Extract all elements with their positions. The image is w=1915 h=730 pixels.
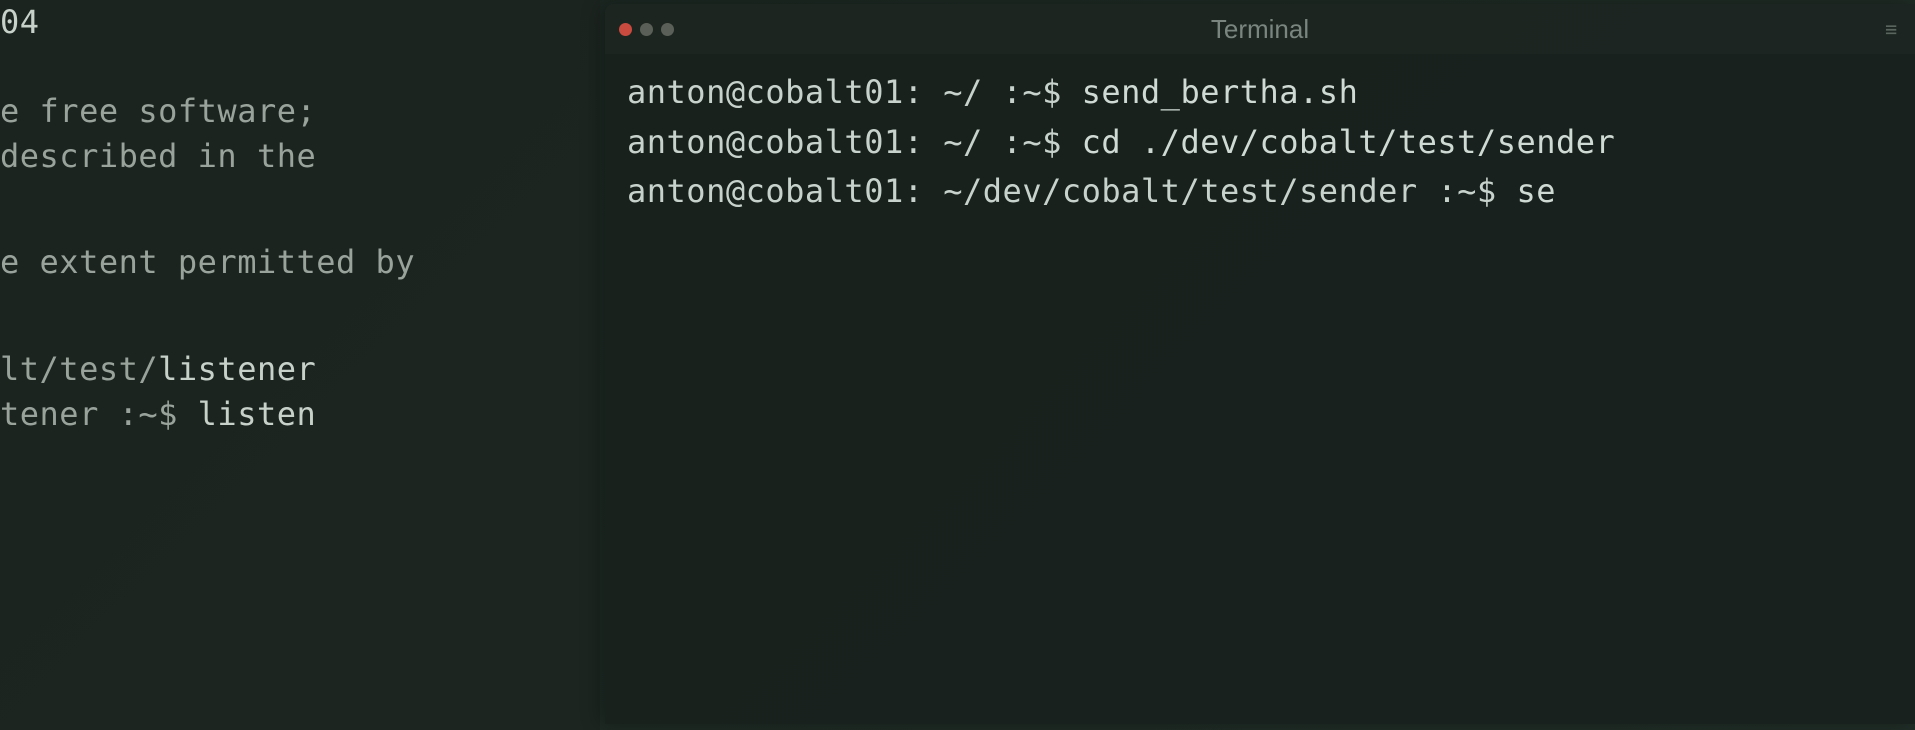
- terminal-line: 04: [0, 0, 600, 45]
- terminal-prompt-line: tener :~$ listen: [0, 392, 600, 437]
- partial-input: se: [1516, 172, 1556, 210]
- terminal-line: described in the: [0, 134, 600, 179]
- command-text: send_bertha.sh: [1082, 73, 1359, 111]
- left-terminal-content[interactable]: 04 e free software; described in the e e…: [0, 0, 600, 437]
- command-text: cd ./dev/cobalt/test/sender: [1082, 123, 1616, 161]
- terminal-line: e extent permitted by: [0, 240, 600, 285]
- right-terminal-content[interactable]: anton@cobalt01: ~/ :~$ send_bertha.sh an…: [605, 54, 1915, 231]
- window-title: Terminal: [1211, 14, 1309, 45]
- close-icon[interactable]: [619, 23, 632, 36]
- left-terminal-window: 04 e free software; described in the e e…: [0, 0, 600, 730]
- right-terminal-window: Terminal ≡ anton@cobalt01: ~/ :~$ send_b…: [605, 4, 1915, 724]
- maximize-icon[interactable]: [661, 23, 674, 36]
- terminal-prompt-line: anton@cobalt01: ~/ :~$ send_bertha.sh: [627, 68, 1893, 118]
- window-controls: [619, 23, 674, 36]
- terminal-prompt-line: anton@cobalt01: ~/ :~$ cd ./dev/cobalt/t…: [627, 118, 1893, 168]
- terminal-line: lt/test/listener: [0, 347, 600, 392]
- titlebar[interactable]: Terminal ≡: [605, 4, 1915, 54]
- terminal-line: e free software;: [0, 89, 600, 134]
- minimize-icon[interactable]: [640, 23, 653, 36]
- menu-icon[interactable]: ≡: [1885, 17, 1897, 41]
- terminal-prompt-line: anton@cobalt01: ~/dev/cobalt/test/sender…: [627, 167, 1893, 217]
